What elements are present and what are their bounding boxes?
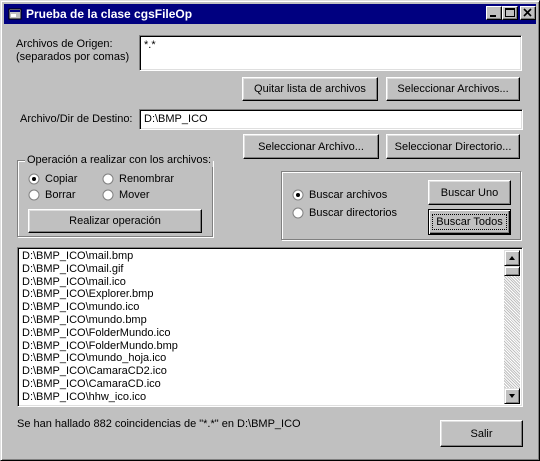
scroll-up-button[interactable] [504, 250, 520, 266]
source-label: Archivos de Origen: [16, 38, 113, 50]
select-files-button[interactable]: Seleccionar Archivos... [386, 77, 520, 101]
clear-file-list-button[interactable]: Quitar lista de archivos [242, 77, 378, 101]
list-item[interactable]: D:\BMP_ICO\mundo_hoja.ico [22, 352, 178, 365]
radio-selected-icon [292, 189, 304, 201]
radio-empty-icon [292, 207, 304, 219]
radio-empty-icon [102, 173, 114, 185]
results-listbox[interactable]: D:\BMP_ICO\mail.bmp D:\BMP_ICO\mail.gif D:… [17, 247, 523, 407]
window-title: Prueba de la clase cgsFileOp [26, 7, 193, 21]
radio-copy-label: Copiar [45, 173, 78, 185]
vertical-scrollbar[interactable] [504, 250, 520, 404]
list-item[interactable]: D:\BMP_ICO\CamaraCD2.ico [22, 365, 178, 378]
radio-search-dirs[interactable]: Buscar directorios [292, 207, 397, 219]
select-file-button[interactable]: Seleccionar Archivo... [243, 134, 379, 159]
arrow-up-icon [509, 256, 515, 260]
app-icon[interactable] [8, 7, 22, 21]
list-item[interactable]: D:\BMP_ICO\mail.ico [22, 276, 178, 289]
radio-move[interactable]: Mover [102, 189, 150, 201]
minimize-icon [490, 15, 496, 17]
radio-search-files[interactable]: Buscar archivos [292, 189, 387, 201]
destination-input[interactable]: D:\BMP_ICO [139, 109, 523, 130]
select-directory-button[interactable]: Seleccionar Directorio... [386, 134, 520, 159]
arrow-down-icon [509, 394, 515, 398]
close-icon [523, 8, 532, 17]
source-hint: (separados por comas) [16, 51, 130, 63]
list-item[interactable]: D:\BMP_ICO\FolderMundo.bmp [22, 340, 178, 353]
scroll-thumb[interactable] [504, 266, 520, 276]
list-item[interactable]: D:\BMP_ICO\CamaraCD.ico [22, 378, 178, 391]
radio-rename[interactable]: Renombrar [102, 173, 174, 185]
list-item[interactable]: D:\BMP_ICO\hhw_ico.ico [22, 391, 178, 404]
list-item[interactable]: D:\BMP_ICO\FolderMundo.ico [22, 327, 178, 340]
find-all-button[interactable]: Buscar Todos [428, 209, 511, 235]
radio-selected-icon [28, 173, 40, 185]
title-bar[interactable]: Prueba de la clase cgsFileOp [4, 4, 536, 24]
radio-delete[interactable]: Borrar [28, 189, 76, 201]
radio-rename-label: Renombrar [119, 173, 175, 185]
list-item[interactable]: D:\BMP_ICO\mail.bmp [22, 250, 178, 263]
minimize-button[interactable] [486, 6, 502, 20]
find-one-button[interactable]: Buscar Uno [428, 180, 511, 205]
main-window: Prueba de la clase cgsFileOp Archivos de… [0, 0, 540, 461]
radio-delete-label: Borrar [45, 189, 76, 201]
maximize-button[interactable] [502, 6, 518, 20]
maximize-icon [505, 8, 515, 17]
results-list: D:\BMP_ICO\mail.bmp D:\BMP_ICO\mail.gif D:… [22, 250, 178, 404]
run-operation-button[interactable]: Realizar operación [28, 209, 202, 233]
radio-copy[interactable]: Copiar [28, 173, 77, 185]
radio-search-files-label: Buscar archivos [309, 189, 388, 201]
list-item[interactable]: D:\BMP_ICO\mail.gif [22, 263, 178, 276]
close-button[interactable] [520, 6, 536, 20]
radio-search-dirs-label: Buscar directorios [309, 207, 398, 219]
operation-group-label: Operación a realizar con los archivos: [25, 154, 214, 167]
radio-move-label: Mover [119, 189, 150, 201]
radio-empty-icon [28, 189, 40, 201]
destination-label: Archivo/Dir de Destino: [20, 113, 133, 125]
list-item[interactable]: D:\BMP_ICO\mundo.ico [22, 301, 178, 314]
list-item[interactable]: D:\BMP_ICO\mundo.bmp [22, 314, 178, 327]
list-item[interactable]: D:\BMP_ICO\Explorer.bmp [22, 288, 178, 301]
scroll-down-button[interactable] [504, 388, 520, 404]
find-all-label: Buscar Todos [432, 214, 507, 230]
status-text: Se han hallado 882 coincidencias de "*.*… [17, 418, 301, 430]
radio-empty-icon [102, 189, 114, 201]
source-files-input[interactable]: *.* [139, 35, 522, 71]
exit-button[interactable]: Salir [440, 420, 523, 447]
